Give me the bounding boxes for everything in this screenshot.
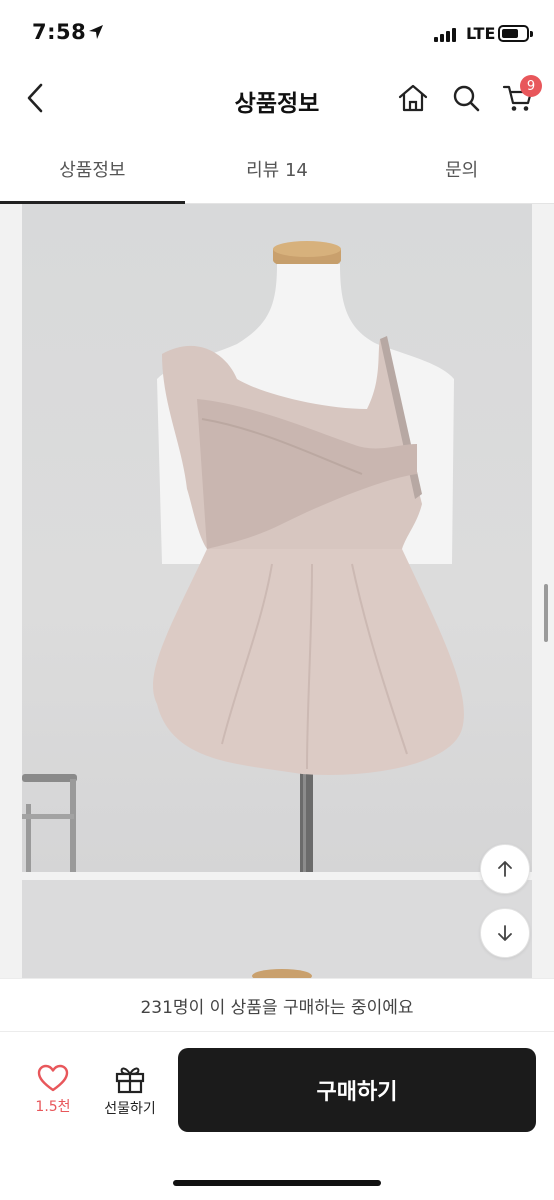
- gift-button[interactable]: 선물하기: [96, 1064, 164, 1128]
- scroll-to-bottom-button[interactable]: [480, 908, 530, 958]
- product-illustration: [22, 241, 464, 872]
- heart-icon: [37, 1064, 69, 1092]
- arrow-down-icon: [498, 925, 512, 941]
- location-arrow-icon: [89, 25, 103, 39]
- home-icon: [398, 84, 428, 112]
- bottom-action-bar: 1.5천 선물하기 구매하기: [0, 1032, 554, 1200]
- search-button[interactable]: [448, 80, 484, 116]
- status-time: 7:58: [32, 20, 87, 44]
- like-count: 1.5천: [35, 1099, 71, 1115]
- tab-reviews[interactable]: 리뷰 14: [185, 134, 370, 203]
- signal-icon: [434, 28, 460, 42]
- chevron-left-icon: [27, 83, 43, 113]
- gift-label: 선물하기: [104, 1101, 156, 1117]
- buy-button[interactable]: 구매하기: [178, 1048, 536, 1132]
- like-button[interactable]: 1.5천: [22, 1064, 84, 1128]
- next-image-peek: [252, 969, 312, 978]
- buyers-banner: 231명이 이 상품을 구매하는 중이에요: [0, 978, 554, 1032]
- arrow-up-icon: [498, 861, 512, 877]
- status-bar: 7:58 LTE: [0, 0, 554, 64]
- chair-shape: [22, 774, 77, 872]
- scrollbar[interactable]: [544, 584, 548, 642]
- tab-product-info[interactable]: 상품정보: [0, 134, 185, 204]
- cart-count-badge: 9: [520, 75, 542, 97]
- product-detail-content: [0, 204, 554, 978]
- tab-inquiry[interactable]: 문의: [369, 134, 554, 203]
- home-indicator: [173, 1180, 381, 1186]
- search-icon: [453, 85, 480, 112]
- network-label: LTE: [466, 24, 496, 43]
- product-image-next: [22, 880, 532, 978]
- product-tabs: 상품정보 리뷰 14 문의: [0, 134, 554, 204]
- home-button[interactable]: [395, 80, 431, 116]
- battery-icon: [498, 25, 533, 42]
- garment-peplum: [153, 549, 464, 775]
- cart-button[interactable]: 9: [500, 75, 542, 116]
- scroll-to-top-button[interactable]: [480, 844, 530, 894]
- app-header: 상품정보 9: [0, 64, 554, 134]
- gift-icon: [115, 1067, 145, 1094]
- back-button[interactable]: [20, 78, 50, 118]
- product-image: [22, 204, 532, 872]
